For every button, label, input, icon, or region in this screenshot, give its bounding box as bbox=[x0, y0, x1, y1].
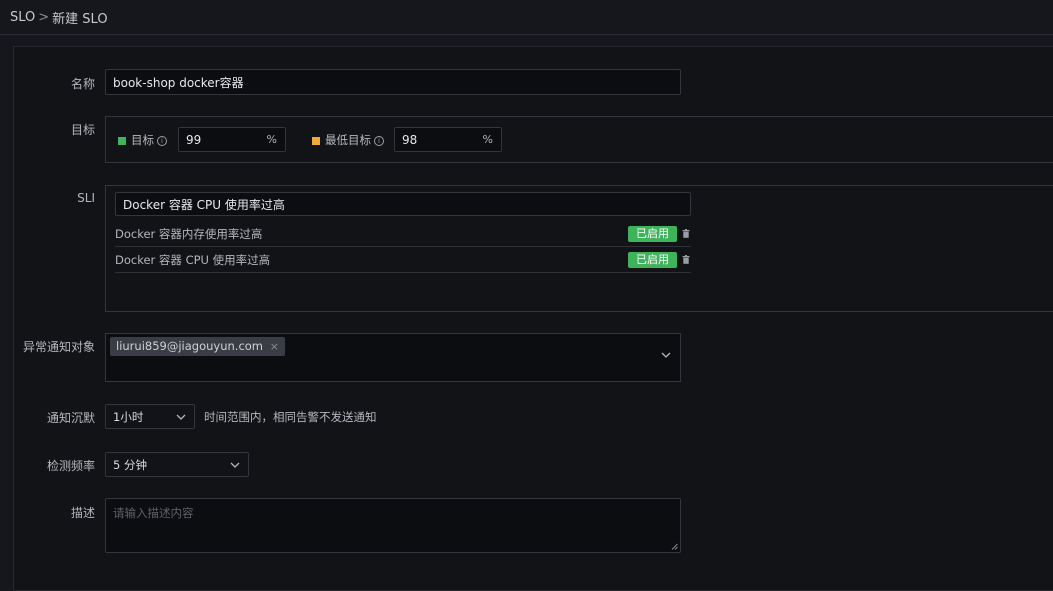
frequency-label: 检测频率 bbox=[46, 459, 95, 473]
notify-label: 异常通知对象 bbox=[22, 340, 95, 354]
name-label: 名称 bbox=[70, 77, 95, 91]
silence-value: 1小时 bbox=[113, 409, 144, 424]
info-icon[interactable]: i bbox=[374, 135, 384, 146]
breadcrumb-current: 新建 SLO bbox=[52, 11, 108, 27]
silence-select[interactable]: 1小时 bbox=[105, 404, 195, 429]
min-goal-color-square bbox=[312, 136, 320, 145]
min-goal-input-value: 98 bbox=[402, 132, 418, 147]
form-panel: 名称 book-shop docker容器 目标 目标 i 99 % 最低目标 i … bbox=[13, 46, 1053, 591]
frequency-select[interactable]: 5 分钟 bbox=[105, 452, 249, 477]
trash-icon[interactable] bbox=[682, 255, 690, 264]
goal-input-value: 99 bbox=[186, 132, 202, 147]
description-placeholder: 请输入描述内容 bbox=[113, 506, 194, 520]
frequency-value: 5 分钟 bbox=[113, 457, 147, 472]
notify-tag-label: liurui859@jiagouyun.com bbox=[116, 339, 264, 353]
sli-item-name: Docker 容器内存使用率过高 bbox=[115, 226, 263, 241]
sli-item: Docker 容器内存使用率过高 已启用 bbox=[115, 221, 691, 247]
close-icon[interactable]: × bbox=[270, 337, 279, 356]
chevron-down-icon bbox=[230, 462, 240, 468]
goal-color-square bbox=[118, 136, 126, 145]
status-badge[interactable]: 已启用 bbox=[628, 225, 677, 242]
silence-label: 通知沉默 bbox=[46, 411, 95, 425]
silence-hint: 时间范围内，相同告警不发送通知 bbox=[204, 410, 377, 424]
description-label: 描述 bbox=[70, 506, 95, 520]
trash-icon[interactable] bbox=[682, 229, 690, 238]
min-goal-input[interactable]: 98 % bbox=[394, 127, 502, 152]
min-goal-label-group: 最低目标 i bbox=[312, 132, 384, 148]
name-input[interactable]: book-shop docker容器 bbox=[105, 69, 681, 95]
min-goal-label: 最低目标 bbox=[325, 133, 371, 147]
status-badge[interactable]: 已启用 bbox=[628, 251, 677, 268]
target-box: 目标 i 99 % 最低目标 i 98 % bbox=[105, 116, 1053, 163]
goal-unit: % bbox=[266, 133, 277, 146]
breadcrumb: SLO > 新建 SLO bbox=[0, 0, 1053, 35]
breadcrumb-root[interactable]: SLO bbox=[10, 10, 35, 25]
goal-input[interactable]: 99 % bbox=[178, 127, 286, 152]
min-goal-unit: % bbox=[482, 133, 493, 146]
chevron-down-icon[interactable] bbox=[661, 352, 671, 359]
sli-box: Docker 容器 CPU 使用率过高 Docker 容器内存使用率过高 已启用… bbox=[105, 185, 1053, 312]
sli-input-value: Docker 容器 CPU 使用率过高 bbox=[123, 197, 285, 212]
chevron-down-icon bbox=[176, 414, 186, 420]
notify-select[interactable]: liurui859@jiagouyun.com × bbox=[105, 333, 681, 382]
breadcrumb-separator: > bbox=[38, 9, 50, 25]
info-icon[interactable]: i bbox=[157, 135, 167, 146]
sli-item: Docker 容器 CPU 使用率过高 已启用 bbox=[115, 247, 691, 273]
goal-label-group: 目标 i bbox=[118, 132, 167, 148]
goal-label: 目标 bbox=[131, 133, 154, 147]
description-textarea[interactable]: 请输入描述内容 bbox=[105, 498, 681, 553]
sli-item-name: Docker 容器 CPU 使用率过高 bbox=[115, 252, 271, 267]
target-label: 目标 bbox=[70, 123, 95, 137]
notify-tag: liurui859@jiagouyun.com × bbox=[110, 337, 286, 356]
sli-input[interactable]: Docker 容器 CPU 使用率过高 bbox=[115, 192, 691, 216]
name-input-value: book-shop docker容器 bbox=[113, 75, 244, 90]
sli-label: SLI bbox=[77, 191, 95, 205]
resize-handle-icon[interactable] bbox=[671, 543, 678, 550]
